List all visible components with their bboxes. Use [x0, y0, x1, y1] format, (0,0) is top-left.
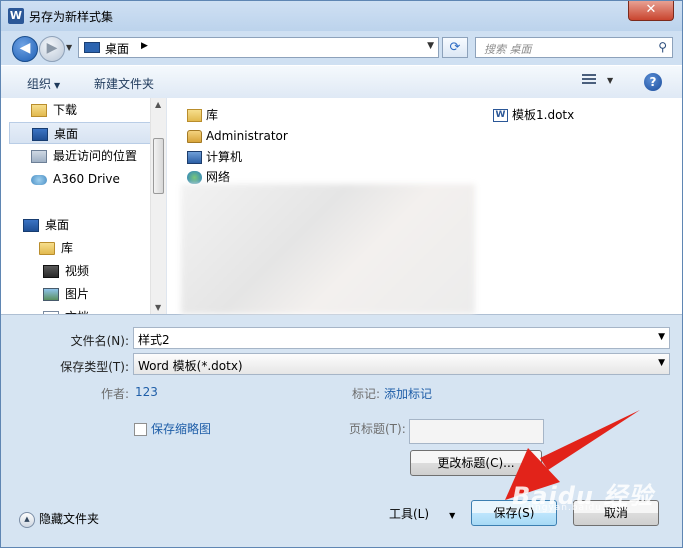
- tags-label: 标记:: [352, 387, 381, 401]
- change-title-button[interactable]: 更改标题(C)...: [410, 450, 542, 476]
- address-dropdown-icon[interactable]: ▼: [427, 41, 434, 51]
- file-name: 计算机: [206, 150, 243, 164]
- scroll-down-icon[interactable]: ▼: [155, 303, 161, 312]
- filetype-label: 保存类型(T):: [60, 360, 129, 374]
- word-app-icon: W: [8, 8, 24, 24]
- document-icon: [43, 311, 59, 314]
- blurred-region: [181, 184, 475, 314]
- sidebar-item-pictures[interactable]: 图片: [9, 283, 151, 305]
- forward-button[interactable]: ▶: [39, 36, 65, 62]
- sidebar-item-recent-places[interactable]: 最近访问的位置: [9, 145, 151, 167]
- refresh-button[interactable]: ⟳: [442, 37, 468, 58]
- scroll-up-icon[interactable]: ▲: [155, 100, 161, 109]
- desktop-icon: [23, 219, 39, 232]
- sidebar-item-label: A360 Drive: [53, 172, 120, 186]
- desktop-icon: [84, 42, 100, 53]
- sidebar-item-label: 最近访问的位置: [53, 149, 138, 163]
- file-item-libraries[interactable]: 库: [187, 105, 218, 125]
- author-label: 作者:: [101, 387, 130, 401]
- chevron-down-icon: ▼: [449, 511, 456, 520]
- tools-label: 工具(L): [389, 507, 430, 521]
- title-bar: W 另存为新样式集 ✕: [1, 1, 682, 31]
- sidebar-item-label: 文档: [65, 310, 89, 314]
- navigation-scrollbar[interactable]: ▲ ▼: [150, 98, 166, 314]
- address-bar[interactable]: 桌面 ▶ ▼: [78, 37, 439, 58]
- sidebar-item-desktop[interactable]: 桌面: [9, 122, 151, 144]
- search-input[interactable]: 搜索 桌面 ⚲: [475, 37, 673, 58]
- collapse-icon: ▲: [19, 511, 35, 528]
- chevron-down-icon[interactable]: ▼: [658, 358, 665, 368]
- hide-folders-label: 隐藏文件夹: [39, 512, 100, 526]
- sidebar-item-label: 图片: [65, 287, 90, 301]
- close-button[interactable]: ✕: [628, 1, 674, 21]
- window-title: 另存为新样式集: [29, 10, 114, 24]
- recent-places-icon: [31, 150, 47, 163]
- filename-value: 样式2: [138, 333, 170, 347]
- filetype-select[interactable]: Word 模板(*.dotx) ▼: [133, 353, 670, 375]
- file-name: 模板1.dotx: [512, 108, 575, 122]
- file-item-computer[interactable]: 计算机: [187, 147, 242, 167]
- organize-label: 组织: [27, 77, 52, 91]
- library-icon: [187, 109, 202, 122]
- help-icon[interactable]: ?: [644, 73, 662, 91]
- view-options-dropdown-icon[interactable]: ▼: [607, 76, 613, 85]
- scrollbar-thumb[interactable]: [153, 138, 164, 194]
- back-button[interactable]: ◀: [12, 36, 38, 62]
- chevron-down-icon: ▼: [54, 81, 61, 90]
- author-value[interactable]: 123: [135, 385, 158, 399]
- sidebar-item-downloads[interactable]: 下载: [9, 99, 151, 121]
- file-name: 库: [206, 108, 219, 122]
- watermark-url: jingyan.baidu.com: [528, 503, 629, 513]
- library-icon: [39, 242, 55, 255]
- video-icon: [43, 265, 59, 278]
- file-item-template[interactable]: W 模板1.dotx: [493, 105, 574, 125]
- tags-value[interactable]: 添加标记: [384, 385, 432, 402]
- organize-menu[interactable]: 组织 ▼: [27, 75, 60, 92]
- sidebar-item-label: 下载: [53, 103, 78, 117]
- command-toolbar: 组织 ▼ 新建文件夹 ▼ ?: [1, 65, 682, 99]
- thumbnail-checkbox[interactable]: [134, 423, 147, 436]
- hide-folders-button[interactable]: ▲ 隐藏文件夹: [19, 510, 99, 528]
- sidebar-item-videos[interactable]: 视频: [9, 260, 151, 282]
- address-chevron-icon[interactable]: ▶: [141, 41, 148, 51]
- address-segment-desktop[interactable]: 桌面: [105, 40, 129, 57]
- change-view-icon[interactable]: [582, 74, 596, 88]
- file-list: 库 Administrator 计算机 网络 W 模板1.dotx: [167, 98, 682, 314]
- navigation-pane: 下载 桌面 最近访问的位置 A360 Drive 桌面 库 视频 图片 ▲ ▼: [1, 98, 167, 314]
- page-title-field[interactable]: [409, 419, 544, 444]
- computer-icon: [187, 151, 202, 164]
- filetype-value: Word 模板(*.dotx): [138, 359, 243, 373]
- search-placeholder: 搜索 桌面: [484, 43, 532, 56]
- sidebar-item-libraries[interactable]: 库: [9, 237, 151, 259]
- user-folder-icon: [187, 130, 202, 143]
- search-icon[interactable]: ⚲: [658, 40, 667, 54]
- navigation-bar: ◀ ▶ ▼ 桌面 ▶ ▼ ⟳ 搜索 桌面 ⚲: [1, 31, 682, 63]
- word-template-icon: W: [493, 109, 508, 122]
- tools-menu[interactable]: 工具(L) ▼: [379, 501, 463, 527]
- sidebar-item-label: 库: [61, 241, 74, 255]
- filename-label: 文件名(N):: [70, 334, 129, 348]
- sidebar-item-documents[interactable]: 文档: [9, 306, 151, 314]
- file-name: Administrator: [206, 129, 288, 143]
- file-name: 网络: [206, 170, 231, 184]
- recent-pages-dropdown-icon[interactable]: ▼: [66, 43, 72, 52]
- sidebar-item-label: 桌面: [54, 127, 79, 141]
- sidebar-item-label: 视频: [65, 264, 90, 278]
- sidebar-item-desktop-root[interactable]: 桌面: [9, 214, 151, 236]
- sidebar-item-label: 桌面: [45, 218, 70, 232]
- chevron-down-icon[interactable]: ▼: [658, 332, 665, 342]
- cloud-drive-icon: [31, 174, 47, 185]
- sidebar-item-a360-drive[interactable]: A360 Drive: [9, 168, 151, 190]
- file-item-administrator[interactable]: Administrator: [187, 126, 288, 146]
- thumbnail-label[interactable]: 保存缩略图: [151, 420, 211, 437]
- download-folder-icon: [31, 104, 47, 117]
- save-as-dialog: W 另存为新样式集 ✕ ◀ ▶ ▼ 桌面 ▶ ▼ ⟳ 搜索 桌面 ⚲ 组织 ▼ 新…: [0, 0, 683, 548]
- filename-field[interactable]: 样式2 ▼: [133, 327, 670, 349]
- page-title-label: 页标题(T):: [349, 422, 406, 436]
- picture-icon: [43, 288, 59, 301]
- file-browser: 下载 桌面 最近访问的位置 A360 Drive 桌面 库 视频 图片 ▲ ▼ …: [1, 98, 682, 315]
- new-folder-button[interactable]: 新建文件夹: [94, 75, 154, 92]
- network-icon: [187, 171, 202, 184]
- desktop-icon: [32, 128, 48, 141]
